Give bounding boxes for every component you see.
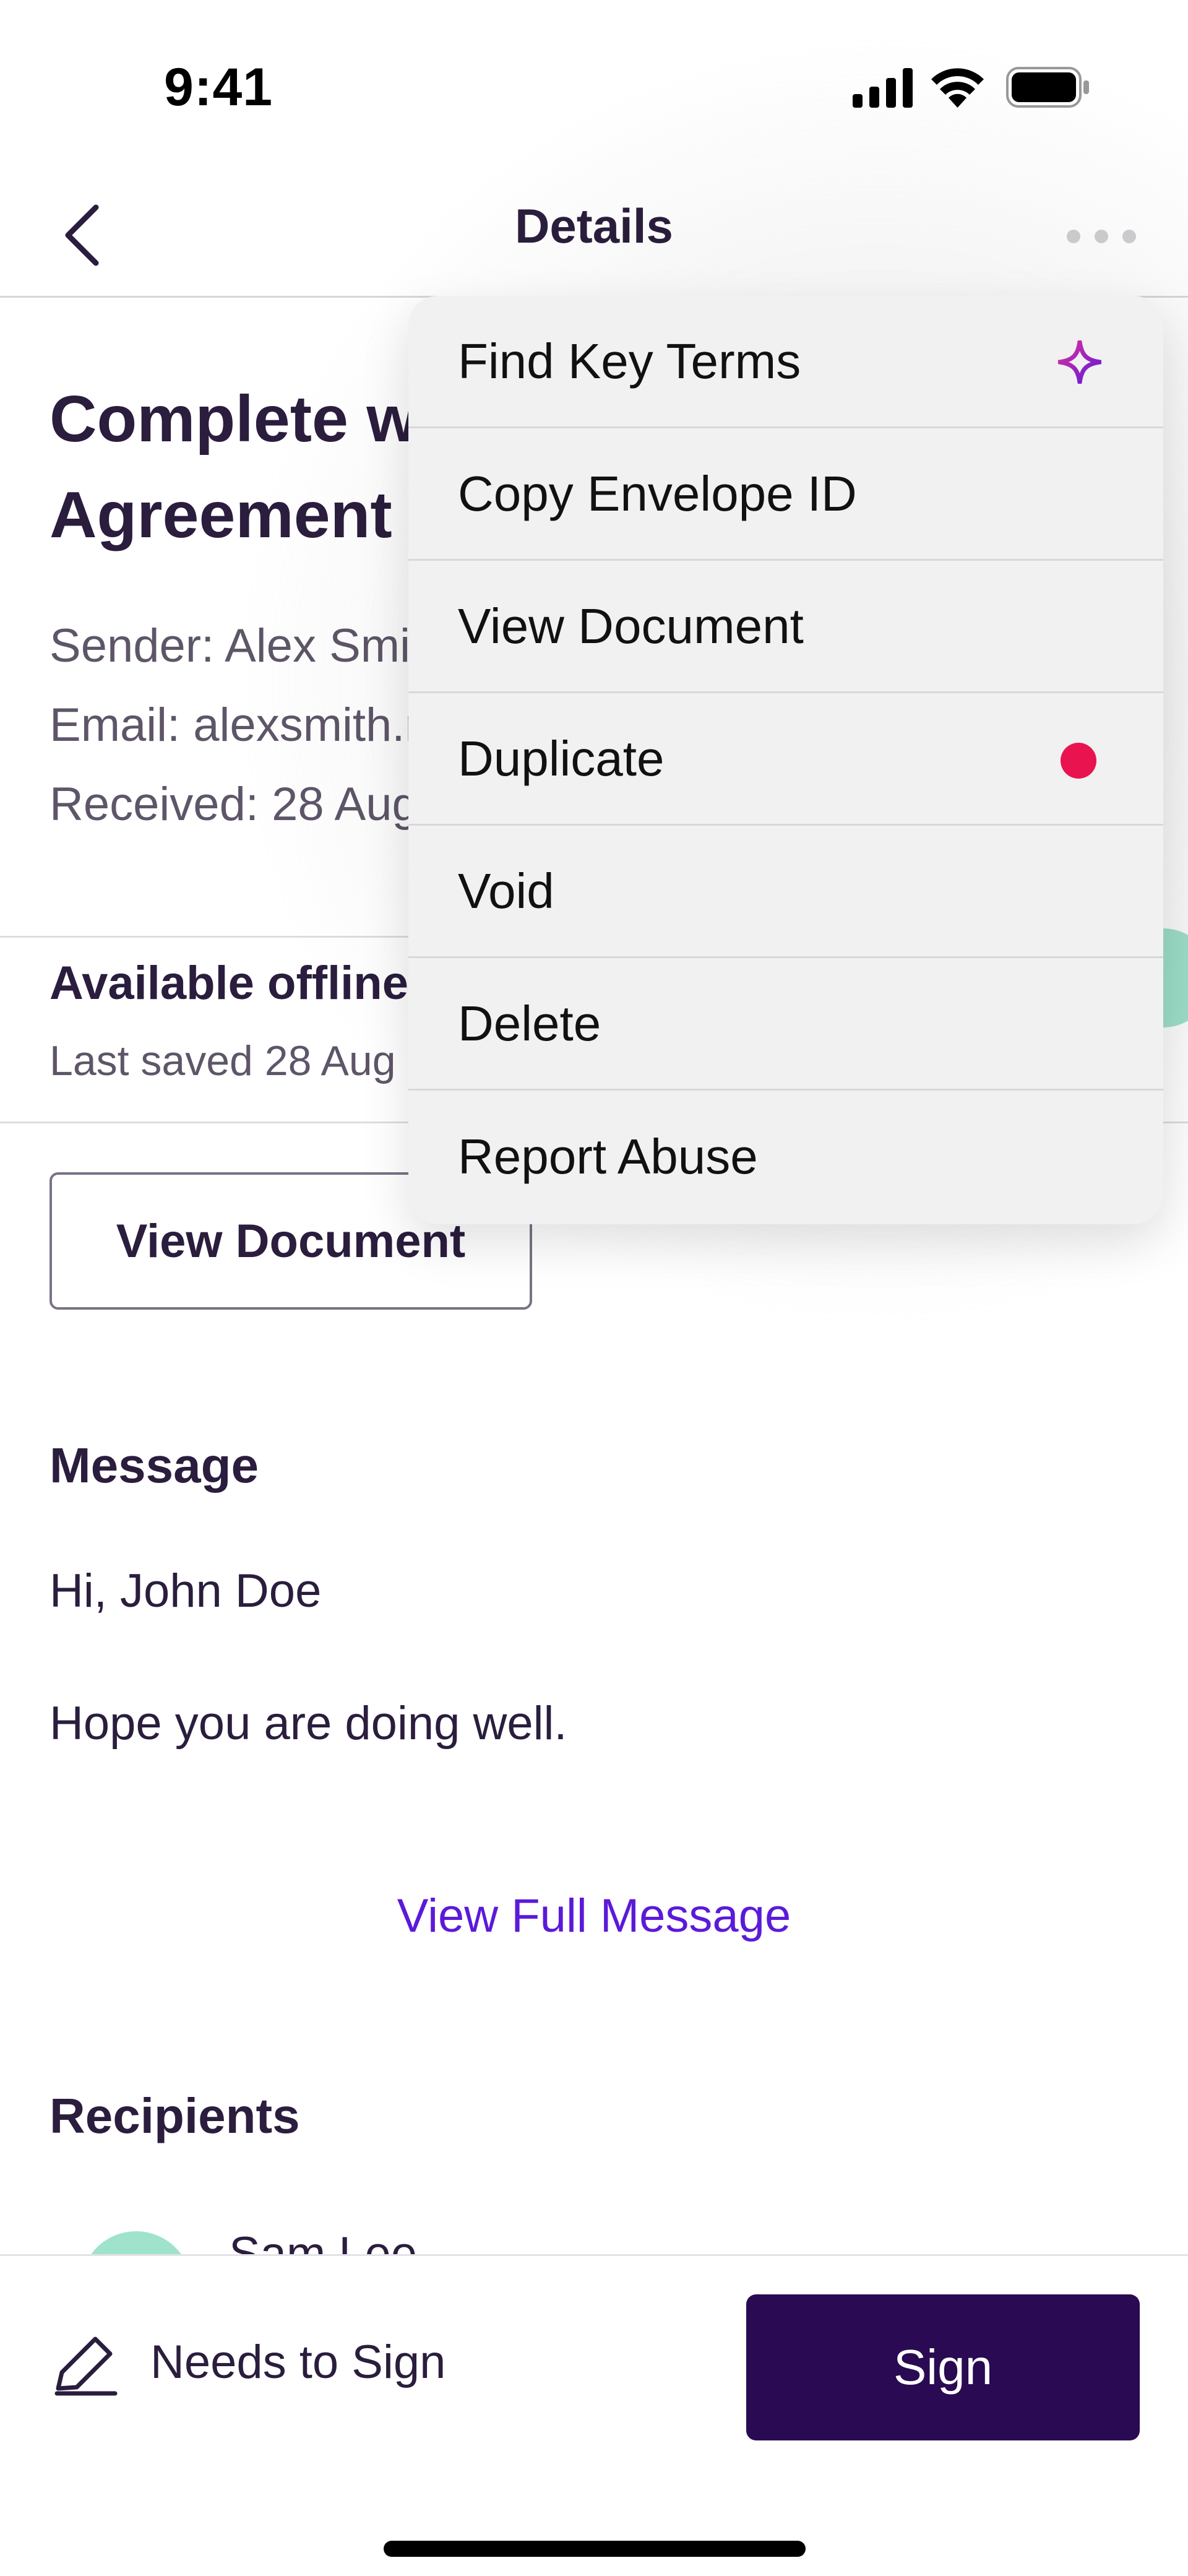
menu-item-duplicate[interactable]: Duplicate	[408, 693, 1163, 826]
message-heading: Message	[50, 1438, 259, 1493]
needs-to-sign-status: Needs to Sign	[150, 2336, 446, 2388]
offline-subtitle: Last saved 28 Aug	[50, 1037, 396, 1084]
pen-icon	[54, 2336, 118, 2396]
message-greeting: Hi, John Doe	[50, 1565, 322, 1617]
menu-item-copy-envelope-id[interactable]: Copy Envelope ID	[408, 428, 1163, 561]
menu-item-label: Report Abuse	[458, 1129, 758, 1184]
menu-item-void[interactable]: Void	[408, 826, 1163, 958]
menu-item-label: Void	[458, 863, 554, 918]
menu-item-label: Duplicate	[458, 730, 665, 786]
menu-item-report-abuse[interactable]: Report Abuse	[408, 1091, 1163, 1223]
view-full-message-link[interactable]: View Full Message	[0, 1889, 1188, 1943]
menu-item-delete[interactable]: Delete	[408, 958, 1163, 1091]
menu-item-label: Copy Envelope ID	[458, 465, 857, 521]
home-indicator	[384, 2541, 806, 2557]
details-screen: 9:41 Details Complete w Agreement Sender…	[0, 0, 1188, 2576]
menu-item-label: Find Key Terms	[458, 333, 801, 389]
recipients-heading: Recipients	[50, 2088, 300, 2143]
menu-item-label: Delete	[458, 995, 601, 1051]
menu-item-label: View Document	[458, 598, 804, 654]
more-options-icon[interactable]	[1064, 218, 1138, 255]
battery-icon	[1006, 67, 1089, 108]
menu-item-view-document[interactable]: View Document	[408, 561, 1163, 693]
received-text: Received: 28 Aug	[50, 778, 418, 831]
offline-title: Available offline	[50, 957, 408, 1009]
menu-item-find-key-terms[interactable]: Find Key Terms	[408, 296, 1163, 428]
status-time: 9:41	[164, 58, 273, 117]
sender-text: Sender: Alex Smi	[50, 620, 410, 672]
cellular-signal-icon	[853, 68, 913, 108]
sparkle-icon	[1058, 340, 1101, 384]
navigation-bar: Details	[0, 173, 1188, 297]
message-body: Hope you are doing well.	[50, 1697, 567, 1750]
options-menu: Find Key Terms Copy Envelope ID View Doc…	[408, 296, 1163, 1224]
new-badge-dot	[1061, 743, 1096, 779]
page-title: Details	[515, 199, 673, 253]
wifi-icon	[931, 68, 984, 108]
sign-button[interactable]: Sign	[746, 2294, 1140, 2440]
bottom-action-bar: Needs to Sign Sign	[0, 2254, 1188, 2576]
status-bar: 9:41	[0, 0, 1188, 173]
email-text: Email: alexsmith.r	[50, 699, 421, 751]
